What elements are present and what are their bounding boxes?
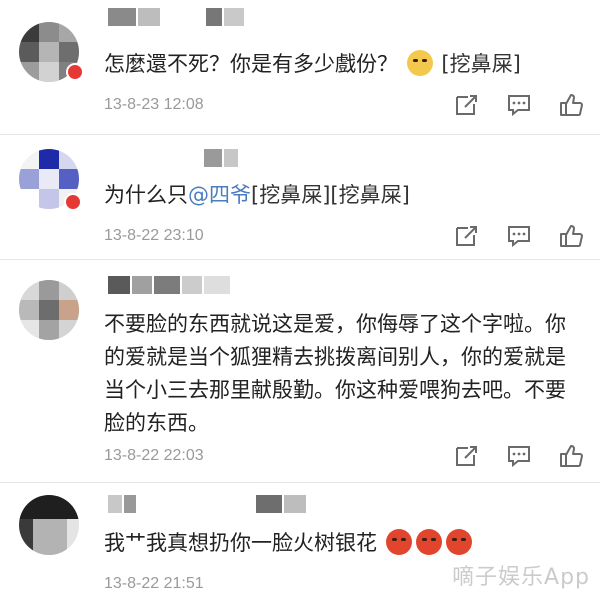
comment-actions	[454, 443, 584, 469]
comment-body: 不要脸的东西就说这是爱，你侮辱了这个字啦。你的爱就是当个狐狸精去挑拨离间别人，你…	[104, 312, 566, 435]
user-mention-link[interactable]: @四爷	[188, 183, 251, 207]
comment-item: 为什么只@四爷[挖鼻屎][挖鼻屎] 13-8-22 23:10	[0, 135, 600, 259]
comment-text: 为什么只@四爷[挖鼻屎][挖鼻屎]	[104, 179, 582, 212]
comment-icon[interactable]	[506, 223, 532, 249]
comment-body: 怎麼還不死？你是有多少戲份？	[104, 52, 398, 76]
comment-item: 怎麼還不死？你是有多少戲份？ [挖鼻屎] 13-8-23 12:08	[0, 0, 600, 134]
verified-badge-icon	[66, 63, 84, 81]
repost-icon[interactable]	[454, 443, 480, 469]
angry-emoji-icon	[445, 529, 472, 555]
comment-body: 为什么只	[104, 183, 188, 207]
comment-text: 我艹我真想扔你一脸火树银花	[104, 527, 582, 560]
avatar[interactable]	[19, 495, 79, 555]
comment-timestamp: 13-8-22 21:51	[104, 575, 204, 592]
like-icon[interactable]	[558, 443, 584, 469]
emoticon-tag: [挖鼻屎]	[441, 52, 521, 76]
repost-icon[interactable]	[454, 92, 480, 118]
avatar[interactable]	[19, 280, 79, 340]
comment-icon[interactable]	[506, 443, 532, 469]
pick-nose-emoji-icon	[406, 50, 433, 76]
like-icon[interactable]	[558, 92, 584, 118]
comment-actions	[454, 223, 584, 249]
comment-timestamp: 13-8-22 23:10	[104, 227, 204, 244]
verified-badge-icon	[64, 193, 82, 211]
comment-text: 不要脸的东西就说这是爱，你侮辱了这个字啦。你的爱就是当个狐狸精去挑拨离间别人，你…	[104, 308, 582, 440]
angry-emoji-icon	[415, 529, 442, 555]
comment-timestamp: 13-8-22 22:03	[104, 447, 204, 464]
watermark: 嘀子娱乐App	[452, 565, 590, 590]
comment-icon[interactable]	[506, 92, 532, 118]
comment-text: 怎麼還不死？你是有多少戲份？ [挖鼻屎]	[104, 48, 582, 81]
comment-item: 不要脸的东西就说这是爱，你侮辱了这个字啦。你的爱就是当个狐狸精去挑拨离间别人，你…	[0, 260, 600, 482]
comment-timestamp: 13-8-23 12:08	[104, 96, 204, 113]
angry-emoji-icon	[385, 529, 412, 555]
comment-body: 我艹我真想扔你一脸火树银花	[104, 531, 377, 555]
comment-actions	[454, 92, 584, 118]
emoticon-tag: [挖鼻屎][挖鼻屎]	[251, 183, 410, 207]
like-icon[interactable]	[558, 223, 584, 249]
repost-icon[interactable]	[454, 223, 480, 249]
